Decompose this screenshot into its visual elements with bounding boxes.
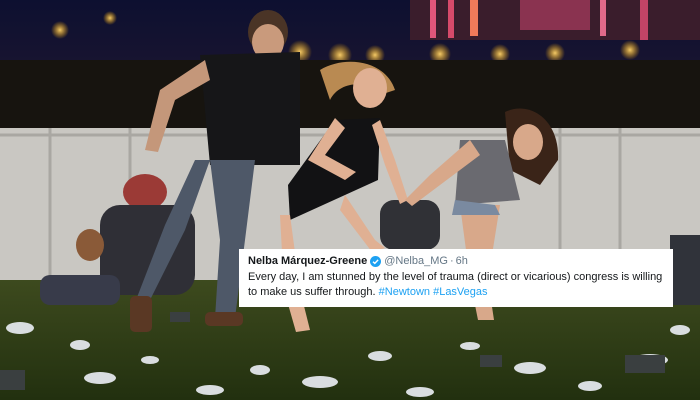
concert-photo [0, 0, 700, 400]
tweet-card: Nelba Márquez-Greene @Nelba_MG · 6h Ever… [239, 249, 673, 307]
tweet-text: Every day, I am stunned by the level of … [248, 270, 664, 300]
hashtag-newtown[interactable]: #Newtown [379, 286, 430, 298]
tweet-header: Nelba Márquez-Greene @Nelba_MG · 6h [248, 254, 664, 269]
tweet-author-name[interactable]: Nelba Márquez-Greene [248, 254, 367, 269]
tweet-separator: · [449, 255, 454, 267]
verified-badge-icon [370, 256, 382, 267]
tweet-author-handle[interactable]: @Nelba_MG [384, 254, 448, 269]
news-photo-scene: Nelba Márquez-Greene @Nelba_MG · 6h Ever… [0, 0, 700, 400]
tweet-timestamp[interactable]: 6h [456, 254, 468, 269]
hashtag-lasvegas[interactable]: #LasVegas [433, 286, 487, 298]
